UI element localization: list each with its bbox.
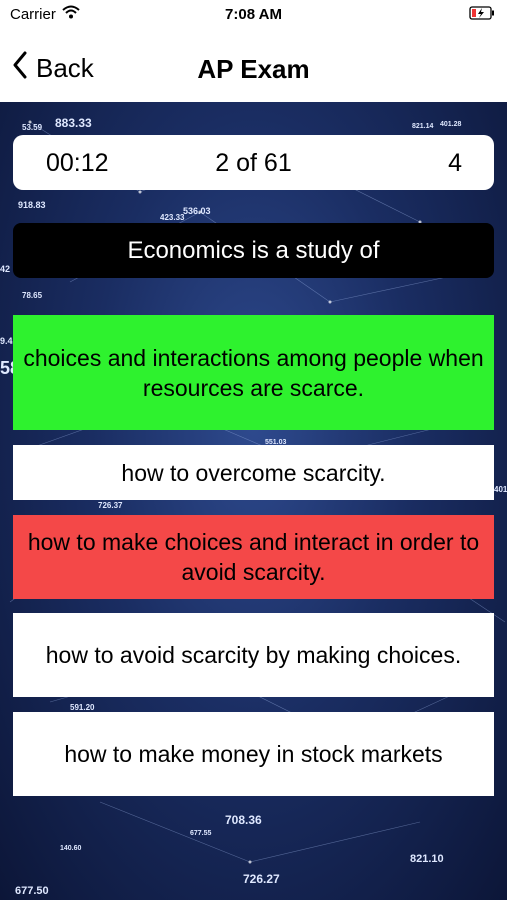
answer-option-correct[interactable]: choices and interactions among people wh…: [13, 315, 494, 430]
bg-number: 42: [0, 264, 10, 274]
bg-number: 140.60: [60, 845, 82, 852]
answer-option[interactable]: how to avoid scarcity by making choices.: [13, 613, 494, 697]
answer-option[interactable]: how to make money in stock markets: [13, 712, 494, 796]
bg-number: 401.28: [440, 121, 462, 128]
quiz-info-card: 00:12 2 of 61 4: [13, 135, 494, 190]
status-bar: Carrier 7:08 AM: [0, 0, 507, 30]
bg-number: 423.33: [160, 213, 185, 222]
bg-number: 677.55: [190, 830, 212, 837]
bg-number: 401: [494, 485, 507, 494]
bg-number: 53.59: [22, 123, 43, 132]
bg-number: 918.83: [18, 200, 46, 210]
question-progress: 2 of 61: [215, 149, 292, 177]
bg-number: 821.14: [412, 123, 434, 130]
nav-bar: Back AP Exam: [0, 30, 507, 102]
bg-number: 821.10: [410, 853, 444, 865]
bg-number: 677.50: [15, 885, 49, 897]
bg-number: 536.03: [183, 206, 211, 216]
status-time: 7:08 AM: [225, 6, 282, 23]
bg-number: 708.36: [225, 813, 262, 827]
bg-number: 78.65: [22, 291, 43, 300]
page-title: AP Exam: [197, 54, 310, 84]
bg-number: 883.33: [55, 116, 92, 130]
battery-charging-icon: [469, 6, 495, 24]
score: 4: [448, 149, 462, 177]
question-text: Economics is a study of: [13, 223, 494, 278]
answer-option-wrong[interactable]: how to make choices and interact in orde…: [13, 515, 494, 599]
bg-number: 591.20: [70, 703, 95, 712]
bg-number: 726.27: [243, 872, 280, 886]
bg-number: 726.37: [98, 501, 123, 510]
answer-option[interactable]: how to overcome scarcity.: [13, 445, 494, 500]
